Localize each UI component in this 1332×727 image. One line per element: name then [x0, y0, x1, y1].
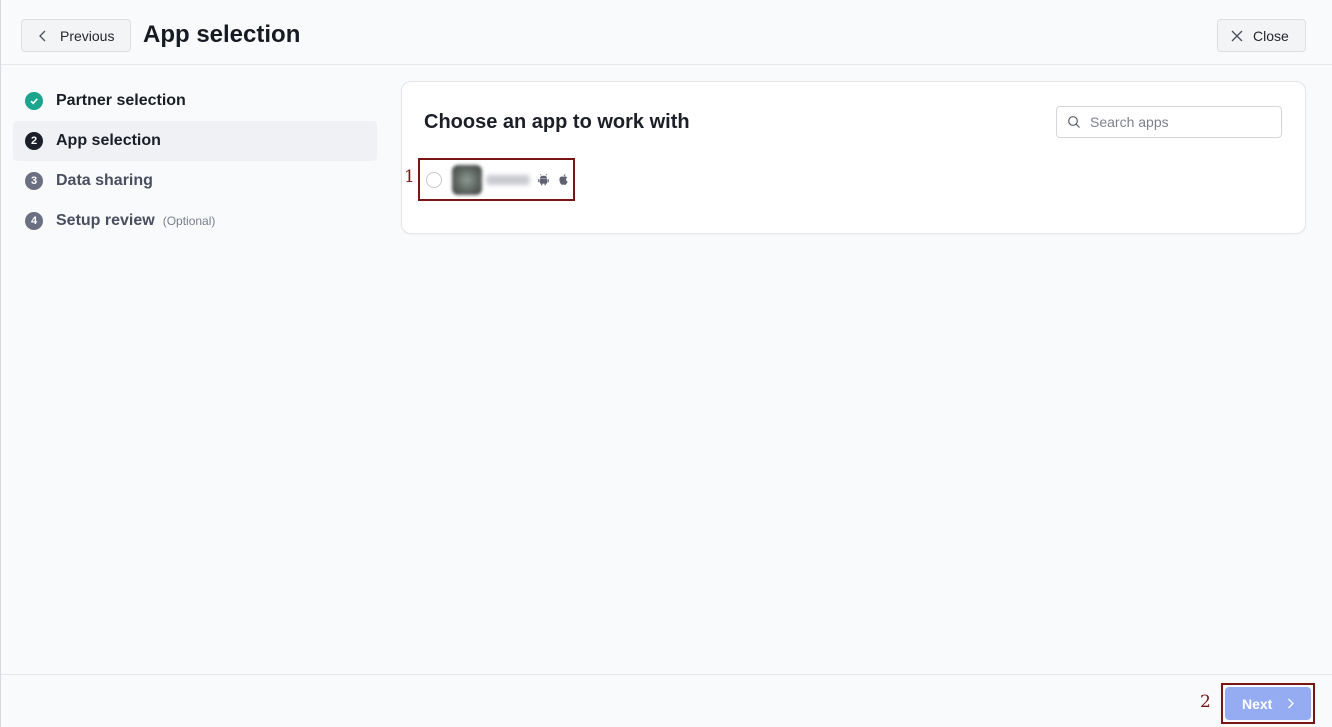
optional-note: (Optional)	[162, 214, 216, 228]
search-icon	[1068, 116, 1080, 128]
step-number: 2	[25, 132, 43, 150]
close-label: Close	[1253, 27, 1289, 44]
app-selection-card: Choose an app to work with	[401, 81, 1306, 234]
app-radio[interactable]	[426, 171, 442, 188]
app-name-redacted	[486, 174, 530, 185]
step-data-sharing[interactable]: 3 Data sharing	[13, 161, 377, 201]
next-label: Next	[1242, 695, 1273, 712]
close-icon	[1231, 30, 1243, 41]
step-label: Partner selection	[56, 92, 186, 109]
step-label: App selection	[56, 132, 161, 149]
step-label: Setup review	[56, 212, 155, 229]
chevron-right-icon	[1288, 698, 1295, 709]
step-label: Data sharing	[56, 172, 153, 189]
app-window: Previous App selection Close Partner sel…	[0, 0, 1332, 727]
app-list-item[interactable]	[418, 158, 575, 201]
next-button[interactable]: Next	[1225, 687, 1311, 720]
page-title: App selection	[143, 21, 301, 48]
step-partner-selection[interactable]: Partner selection	[13, 81, 377, 121]
card-title: Choose an app to work with	[424, 111, 690, 133]
close-button[interactable]: Close	[1217, 19, 1306, 52]
step-number: 3	[25, 172, 43, 190]
previous-label: Previous	[60, 27, 115, 44]
check-icon	[25, 92, 43, 110]
app-logo	[452, 164, 482, 195]
previous-button[interactable]: Previous	[21, 19, 131, 52]
step-list: Partner selection 2 App selection 3 Data…	[13, 80, 377, 241]
android-icon	[538, 173, 549, 186]
step-number: 4	[25, 212, 43, 230]
page-header: Previous App selection Close	[1, 0, 1332, 65]
search-input[interactable]	[1090, 114, 1270, 130]
page-footer	[1, 674, 1332, 727]
apple-icon	[559, 174, 568, 185]
chevron-left-icon	[39, 30, 46, 41]
annotation-label-2: 2	[1200, 692, 1211, 712]
annotation-label-1: 1	[404, 167, 415, 187]
step-app-selection[interactable]: 2 App selection	[13, 121, 377, 161]
search-box[interactable]	[1056, 106, 1282, 138]
step-setup-review[interactable]: 4 Setup review (Optional)	[13, 201, 377, 241]
